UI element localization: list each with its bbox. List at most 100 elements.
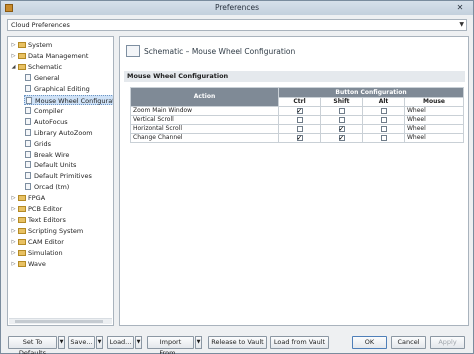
settings-panel: Schematic – Mouse Wheel Configuration Mo…: [119, 36, 469, 326]
tree-item-grids[interactable]: Grids: [24, 139, 51, 149]
tree-item-graphical-editing[interactable]: Graphical Editing: [24, 84, 90, 94]
ctrl-cell: [278, 106, 321, 116]
expand-arrow-icon[interactable]: ▷: [10, 215, 17, 225]
scope-dropdown-value: Cloud Preferences: [11, 21, 70, 29]
tree-item-simulation[interactable]: ▷ Simulation: [10, 248, 63, 258]
tree-item-label: Scripting System: [28, 227, 84, 236]
tree-item-schematic[interactable]: ◢ Schematic: [10, 62, 63, 72]
table-row: Zoom Main Window Wheel: [130, 106, 465, 116]
tree-item-scripting-system[interactable]: ▷ Scripting System: [10, 226, 84, 236]
save-button[interactable]: Save...: [68, 336, 95, 349]
shift-checkbox[interactable]: [338, 116, 345, 123]
shift-cell: [320, 106, 363, 116]
alt-column-header: Alt: [362, 97, 405, 107]
close-icon[interactable]: ✕: [450, 2, 470, 13]
table-row: Vertical Scroll Wheel: [130, 115, 465, 125]
tree-horizontal-scrollbar[interactable]: [9, 318, 112, 324]
tree-item-general[interactable]: General: [24, 73, 60, 83]
collapse-arrow-icon[interactable]: ◢: [10, 62, 17, 72]
action-cell: Vertical Scroll: [130, 115, 279, 125]
tree-item-break-wire[interactable]: Break Wire: [24, 150, 69, 160]
title-bar[interactable]: Preferences ✕: [1, 1, 473, 15]
ctrl-checkbox[interactable]: [296, 107, 303, 115]
shift-checkbox[interactable]: [338, 125, 345, 133]
tree-item-orcad-tm[interactable]: Orcad (tm): [24, 182, 69, 192]
table-row: Change Channel Wheel: [130, 133, 465, 143]
ok-button[interactable]: OK: [352, 336, 387, 349]
action-column-header: Action: [130, 87, 279, 107]
tree-item-label: CAM Editor: [28, 238, 64, 247]
expand-arrow-icon[interactable]: ▷: [10, 226, 17, 236]
scrollbar-thumb[interactable]: [15, 320, 103, 323]
tree-item-autofocus[interactable]: AutoFocus: [24, 117, 68, 127]
tree-item-default-primitives[interactable]: Default Primitives: [24, 171, 92, 181]
alt-checkbox[interactable]: [380, 116, 387, 123]
tree-item-mouse-wheel-configuration[interactable]: Mouse Wheel Configuration: [24, 94, 113, 105]
tree-item-label: Graphical Editing: [34, 84, 90, 93]
tree-item-label: Compiler: [34, 106, 64, 115]
tree-item-data-management[interactable]: ▷ Data Management: [10, 51, 89, 61]
tree-item-wave[interactable]: ▷ Wave: [10, 259, 46, 269]
folder-icon: [18, 52, 26, 59]
expand-arrow-icon[interactable]: ▷: [10, 204, 17, 214]
scope-dropdown[interactable]: Cloud Preferences ▼: [7, 19, 467, 31]
load-dropdown-icon[interactable]: ▼: [135, 336, 142, 349]
tree-item-text-editors[interactable]: ▷ Text Editors: [10, 215, 66, 225]
set-to-defaults-button[interactable]: Set To Defaults: [8, 336, 57, 354]
expand-arrow-icon[interactable]: ▷: [10, 193, 17, 203]
ctrl-checkbox[interactable]: [296, 125, 303, 132]
page-icon: [25, 106, 31, 114]
mouse-cell[interactable]: Wheel: [403, 106, 465, 116]
folder-icon: [18, 239, 26, 246]
shift-checkbox[interactable]: [338, 134, 345, 142]
ctrl-checkbox[interactable]: [296, 134, 303, 142]
set-defaults-dropdown-icon[interactable]: ▼: [58, 336, 65, 349]
preferences-tree[interactable]: ▷ Wave ▷ Simulation ▷ CAM Editor ▷ Scripting Sy…: [7, 36, 114, 326]
alt-checkbox[interactable]: [380, 107, 387, 114]
load-button[interactable]: Load...: [107, 336, 134, 349]
folder-icon: [18, 206, 26, 213]
tree-item-label: PCB Editor: [28, 205, 63, 214]
import-from-button[interactable]: Import From...: [147, 336, 194, 354]
tree-item-pcb-editor[interactable]: ▷ PCB Editor: [10, 204, 63, 214]
mouse-cell[interactable]: Wheel: [403, 133, 465, 143]
load-from-vault-button[interactable]: Load from Vault: [270, 336, 329, 349]
alt-cell: [362, 133, 405, 143]
shift-checkbox[interactable]: [338, 107, 345, 114]
expand-arrow-icon[interactable]: ▷: [10, 237, 17, 247]
page-icon: [26, 96, 32, 104]
ctrl-checkbox[interactable]: [296, 116, 303, 123]
release-to-vault-button[interactable]: Release to Vault: [208, 336, 267, 349]
ctrl-column-header: Ctrl: [278, 97, 321, 107]
mouse-cell[interactable]: Wheel: [403, 124, 465, 134]
alt-checkbox[interactable]: [380, 125, 387, 132]
expand-arrow-icon[interactable]: ▷: [10, 248, 17, 258]
expand-arrow-icon[interactable]: ▷: [10, 40, 17, 50]
tree-item-label: Default Primitives: [34, 172, 92, 181]
action-cell: Change Channel: [130, 133, 279, 143]
folder-icon: [18, 217, 26, 224]
tree-item-default-units[interactable]: Default Units: [24, 160, 76, 170]
mouse-cell[interactable]: Wheel: [403, 115, 465, 125]
tree-item-system[interactable]: ▷ System: [10, 40, 53, 50]
page-icon: [25, 161, 31, 169]
page-icon: [25, 84, 31, 92]
tree-item-label: Orcad (tm): [34, 183, 70, 192]
import-from-dropdown-icon[interactable]: ▼: [195, 336, 202, 349]
tree-item-label: FPGA: [28, 194, 46, 203]
cancel-button[interactable]: Cancel: [391, 336, 426, 349]
folder-icon: [18, 228, 26, 235]
expand-arrow-icon[interactable]: ▷: [10, 51, 17, 61]
shift-cell: [320, 115, 363, 125]
page-icon: [25, 150, 31, 158]
save-dropdown-icon[interactable]: ▼: [96, 336, 103, 349]
chevron-down-icon[interactable]: ▼: [459, 20, 464, 30]
tree-item-cam-editor[interactable]: ▷ CAM Editor: [10, 237, 64, 247]
tree-item-library-autozoom[interactable]: Library AutoZoom: [24, 128, 93, 138]
tree-item-fpga[interactable]: ▷ FPGA: [10, 193, 46, 203]
apply-button[interactable]: Apply: [430, 336, 465, 349]
tree-item-compiler[interactable]: Compiler: [24, 106, 63, 116]
shift-column-header: Shift: [320, 97, 363, 107]
alt-checkbox[interactable]: [380, 134, 387, 141]
expand-arrow-icon[interactable]: ▷: [10, 259, 17, 269]
